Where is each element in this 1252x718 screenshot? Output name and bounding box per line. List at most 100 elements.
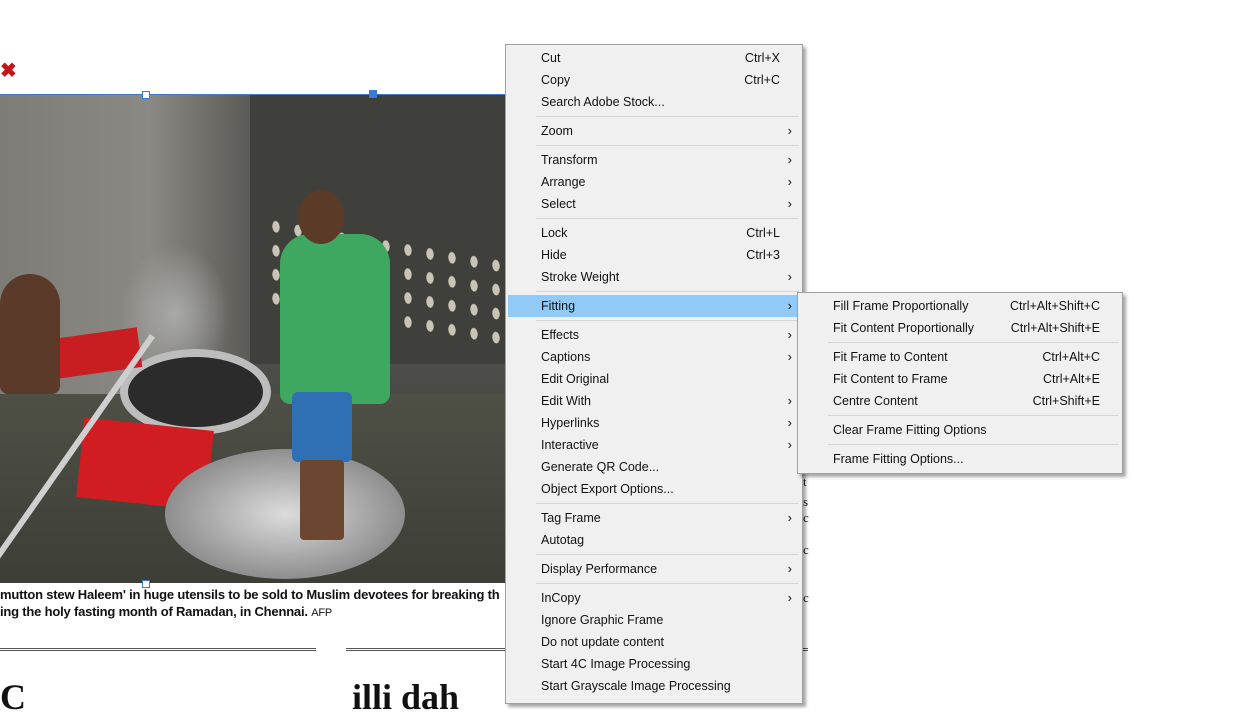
menu-item-label: Zoom	[541, 124, 573, 138]
menu-item-label: Clear Frame Fitting Options	[833, 423, 987, 437]
chevron-right-icon: ›	[787, 327, 792, 342]
menu-item-label: Fit Content to Frame	[833, 372, 948, 386]
menu-item-label: Start 4C Image Processing	[541, 657, 691, 671]
photo-man-legs	[300, 460, 344, 540]
caption-line-2: ing the holy fasting month of Ramadan, i…	[0, 604, 308, 619]
menu-item-object-export-options[interactable]: Object Export Options...	[508, 478, 800, 500]
chevron-right-icon: ›	[787, 298, 792, 313]
menu-item-label: Do not update content	[541, 635, 665, 649]
context-menu: Cut Ctrl+X Copy Ctrl+C Search Adobe Stock.…	[505, 44, 803, 704]
menu-item-label: Fit Frame to Content	[833, 350, 948, 364]
menu-item-transform[interactable]: Transform ›	[508, 149, 800, 171]
menu-item-label: Search Adobe Stock...	[541, 95, 665, 109]
caption-credit: AFP	[311, 607, 333, 619]
menu-item-clear-frame-fitting-options[interactable]: Clear Frame Fitting Options	[800, 419, 1120, 441]
menu-item-label: Generate QR Code...	[541, 460, 660, 474]
selection-handle-center[interactable]	[369, 90, 377, 98]
menu-item-cut[interactable]: Cut Ctrl+X	[508, 47, 800, 69]
menu-item-zoom[interactable]: Zoom ›	[508, 120, 800, 142]
menu-item-edit-with[interactable]: Edit With ›	[508, 390, 800, 412]
menu-separator	[536, 554, 799, 555]
menu-item-search-adobe-stock[interactable]: Search Adobe Stock...	[508, 91, 800, 113]
menu-item-ignore-graphic-frame[interactable]: Ignore Graphic Frame	[508, 609, 800, 631]
menu-separator	[828, 342, 1119, 343]
photo-man-head	[298, 190, 344, 244]
menu-item-shortcut: Ctrl+Alt+Shift+C	[1010, 299, 1100, 313]
menu-separator	[828, 415, 1119, 416]
menu-item-lock[interactable]: Lock Ctrl+L	[508, 222, 800, 244]
menu-separator	[536, 583, 799, 584]
menu-item-stroke-weight[interactable]: Stroke Weight ›	[508, 266, 800, 288]
menu-item-select[interactable]: Select ›	[508, 193, 800, 215]
menu-separator	[536, 320, 799, 321]
menu-item-label: Cut	[541, 51, 561, 65]
menu-item-fit-frame-to-content[interactable]: Fit Frame to Content Ctrl+Alt+C	[800, 346, 1120, 368]
menu-item-label: Object Export Options...	[541, 482, 674, 496]
red-mark: ✖	[0, 60, 17, 82]
photo-caption-2: ing the holy fasting month of Ramadan, i…	[0, 604, 332, 619]
menu-separator	[828, 444, 1119, 445]
photo-caption: mutton stew Haleem' in huge utensils to …	[0, 587, 500, 602]
photo-worker	[0, 274, 60, 394]
menu-item-interactive[interactable]: Interactive ›	[508, 434, 800, 456]
menu-item-fill-frame-proportionally[interactable]: Fill Frame Proportionally Ctrl+Alt+Shift+…	[800, 295, 1120, 317]
menu-item-shortcut: Ctrl+3	[746, 248, 780, 262]
body-text-fragment: t	[803, 474, 807, 489]
menu-item-arrange[interactable]: Arrange ›	[508, 171, 800, 193]
menu-item-shortcut: Ctrl+X	[744, 51, 780, 65]
menu-item-fit-content-proportionally[interactable]: Fit Content Proportionally Ctrl+Alt+Shift…	[800, 317, 1120, 339]
menu-item-shortcut: Ctrl+C	[744, 73, 780, 87]
menu-item-start-grayscale-image-processing[interactable]: Start Grayscale Image Processing	[508, 675, 800, 697]
menu-item-shortcut: Ctrl+L	[746, 226, 780, 240]
chevron-right-icon: ›	[787, 590, 792, 605]
menu-item-effects[interactable]: Effects ›	[508, 324, 800, 346]
menu-separator	[536, 503, 799, 504]
menu-item-fit-content-to-frame[interactable]: Fit Content to Frame Ctrl+Alt+E	[800, 368, 1120, 390]
menu-item-label: Stroke Weight	[541, 270, 620, 284]
menu-item-label: Start Grayscale Image Processing	[541, 679, 731, 693]
menu-item-copy[interactable]: Copy Ctrl+C	[508, 69, 800, 91]
menu-separator	[536, 291, 799, 292]
menu-item-label: Lock	[541, 226, 568, 240]
body-text-fragment: c	[803, 590, 809, 605]
menu-item-label: Fill Frame Proportionally	[833, 299, 969, 313]
menu-item-incopy[interactable]: InCopy ›	[508, 587, 800, 609]
menu-separator	[536, 218, 799, 219]
menu-item-frame-fitting-options[interactable]: Frame Fitting Options...	[800, 448, 1120, 470]
menu-item-label: Ignore Graphic Frame	[541, 613, 664, 627]
menu-item-label: Select	[541, 197, 576, 211]
menu-item-do-not-update-content[interactable]: Do not update content	[508, 631, 800, 653]
menu-item-label: Hide	[541, 248, 567, 262]
menu-item-label: InCopy	[541, 591, 581, 605]
menu-item-label: Autotag	[541, 533, 585, 547]
menu-item-tag-frame[interactable]: Tag Frame ›	[508, 507, 800, 529]
caption-line-1: mutton stew Haleem' in huge utensils to …	[0, 587, 500, 602]
chevron-right-icon: ›	[787, 123, 792, 138]
menu-item-start-4c-image-processing[interactable]: Start 4C Image Processing	[508, 653, 800, 675]
menu-item-label: Edit With	[541, 394, 592, 408]
menu-item-edit-original[interactable]: Edit Original	[508, 368, 800, 390]
chevron-right-icon: ›	[787, 561, 792, 576]
headline-left: C	[0, 677, 26, 717]
menu-item-hide[interactable]: Hide Ctrl+3	[508, 244, 800, 266]
selection-handle[interactable]	[142, 91, 150, 99]
menu-separator	[536, 116, 799, 117]
menu-item-captions[interactable]: Captions ›	[508, 346, 800, 368]
menu-item-centre-content[interactable]: Centre Content Ctrl+Shift+E	[800, 390, 1120, 412]
menu-item-hyperlinks[interactable]: Hyperlinks ›	[508, 412, 800, 434]
menu-item-label: Interactive	[541, 438, 599, 452]
menu-item-label: Arrange	[541, 175, 586, 189]
menu-separator	[536, 145, 799, 146]
chevron-right-icon: ›	[787, 437, 792, 452]
menu-item-generate-qr-code[interactable]: Generate QR Code...	[508, 456, 800, 478]
menu-item-shortcut: Ctrl+Alt+Shift+E	[1010, 321, 1100, 335]
menu-item-fitting[interactable]: Fitting ›	[508, 295, 800, 317]
menu-item-autotag[interactable]: Autotag	[508, 529, 800, 551]
chevron-right-icon: ›	[787, 269, 792, 284]
photo-frame[interactable]	[0, 94, 505, 583]
selection-edge	[0, 94, 505, 95]
menu-item-label: Fitting	[541, 299, 576, 313]
menu-item-display-performance[interactable]: Display Performance ›	[508, 558, 800, 580]
menu-item-label: Centre Content	[833, 394, 918, 408]
chevron-right-icon: ›	[787, 152, 792, 167]
